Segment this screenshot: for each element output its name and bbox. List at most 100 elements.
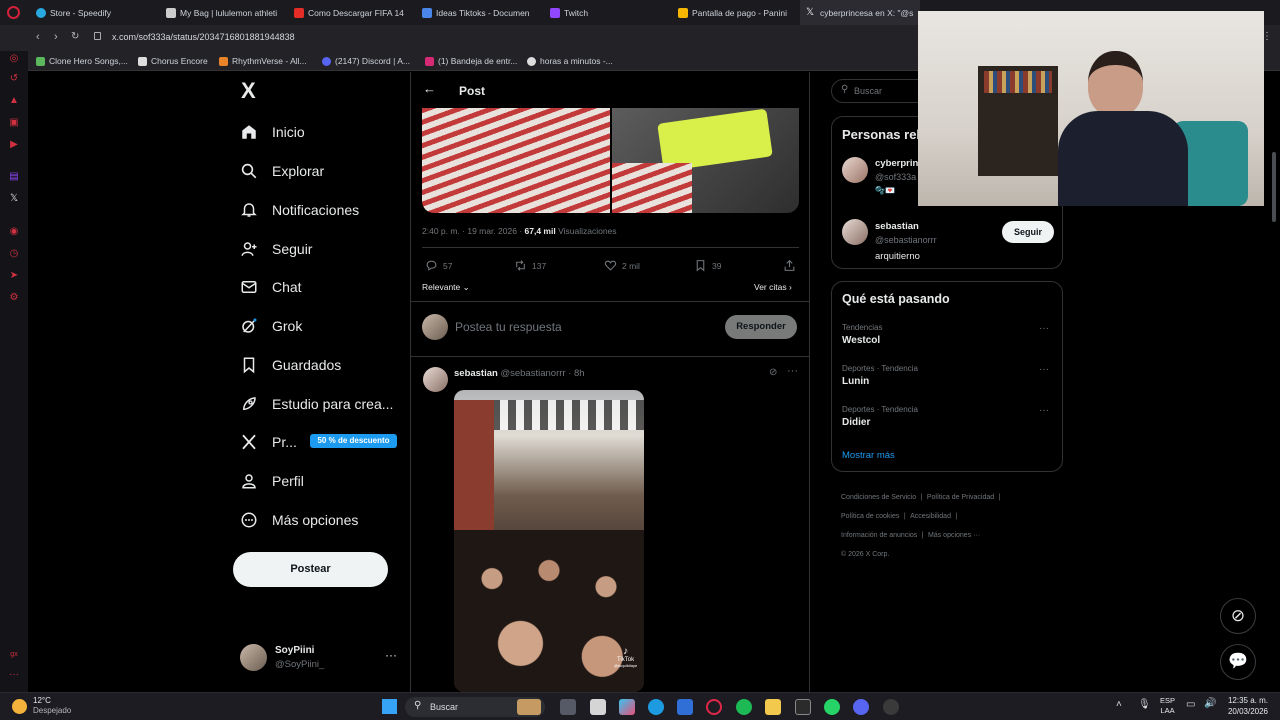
avatar[interactable] — [423, 367, 448, 392]
share-stat[interactable] — [783, 259, 796, 272]
reply-video[interactable]: ♪ TikTok @toquibilaye — [454, 390, 644, 692]
reply-button[interactable]: Responder — [725, 315, 797, 339]
url-field[interactable]: x.com/sof333a/status/2034716801881944838 — [112, 32, 295, 42]
bookmark-stat[interactable]: 39 — [694, 259, 721, 272]
follow-button[interactable]: Seguir — [1002, 221, 1054, 243]
nav-grok[interactable]: Grok — [240, 311, 302, 341]
start-icon[interactable] — [382, 699, 397, 714]
youtube-side-icon[interactable]: ▶ — [8, 139, 20, 151]
footer-link[interactable]: Política de Privacidad — [927, 494, 994, 501]
search-input[interactable]: Buscar — [854, 86, 882, 96]
nav-profile[interactable]: Perfil — [240, 466, 304, 496]
chat-icon[interactable]: ▣ — [8, 117, 20, 129]
shopping-icon[interactable]: ▲ — [8, 95, 20, 107]
nav-creator-studio[interactable]: Estudio para crea... — [240, 389, 393, 419]
weather-icon[interactable] — [12, 699, 27, 714]
discord-icon[interactable] — [853, 699, 869, 715]
widgets-icon[interactable] — [590, 699, 606, 715]
sort-dropdown[interactable]: Relevante ⌄ — [422, 282, 470, 293]
back-icon[interactable]: ‹ — [36, 31, 40, 43]
player-icon[interactable]: ◉ — [8, 226, 20, 238]
post-button[interactable]: Postear — [233, 552, 388, 587]
file-explorer-icon[interactable] — [765, 699, 781, 715]
scrollbar-thumb[interactable] — [1272, 152, 1276, 222]
footer-link[interactable]: Información de anuncios — [841, 532, 917, 539]
spotify-icon[interactable] — [736, 699, 752, 715]
send-icon[interactable]: ➤ — [8, 270, 20, 282]
more-dots-icon[interactable]: ··· — [1039, 323, 1049, 334]
obs-icon[interactable] — [883, 699, 899, 715]
nav-explore[interactable]: Explorar — [240, 156, 324, 186]
task-view-icon[interactable] — [560, 699, 576, 715]
premium-discount-badge[interactable]: 50 % de descuento — [310, 434, 397, 448]
footer-link[interactable]: Política de cookies — [841, 513, 899, 520]
more-dots-icon[interactable]: ··· — [1039, 405, 1049, 416]
nav-bookmarks[interactable]: Guardados — [240, 350, 341, 380]
gx-icon[interactable]: gx — [8, 649, 20, 661]
tab-speedify[interactable]: Store - Speedify — [30, 0, 160, 25]
volume-icon[interactable]: 🔊 — [1204, 698, 1216, 709]
footer-link[interactable]: Condiciones de Servicio — [841, 494, 916, 501]
settings-icon[interactable]: ⚙ — [8, 292, 20, 304]
nav-premium[interactable]: Pr... — [240, 427, 297, 457]
tab-lululemon[interactable]: My Bag | lululemon athleti — [160, 0, 285, 25]
nav-follow[interactable]: Seguir — [240, 234, 312, 264]
page-scrollbar[interactable] — [1271, 72, 1277, 692]
chevron-up-icon[interactable]: ˄ — [1116, 699, 1122, 710]
language-indicator[interactable]: ESP LAA — [1160, 696, 1175, 716]
bookmark-item[interactable]: horas a minutos -... — [527, 51, 613, 71]
trend-item[interactable]: Deportes · Tendencia Lunin ··· — [842, 364, 1054, 398]
reply-stat[interactable]: 57 — [425, 259, 452, 272]
tab-youtube[interactable]: Como Descargar FIFA 14 — [288, 0, 413, 25]
reply-input[interactable]: Postea tu respuesta — [455, 320, 562, 334]
forward-icon[interactable]: › — [54, 31, 58, 43]
bookmark-item[interactable]: RhythmVerse - All... — [219, 51, 307, 71]
search-box[interactable]: ⚲ Buscar — [831, 79, 931, 103]
whatsapp-icon[interactable] — [824, 699, 840, 715]
post-image-right[interactable] — [612, 108, 799, 213]
nav-chat[interactable]: Chat — [240, 272, 302, 302]
tab-panini[interactable]: Pantalla de pago - Panini — [672, 0, 797, 25]
grok-analyze-icon[interactable]: ⊘ — [769, 367, 777, 378]
post-media[interactable] — [422, 108, 799, 213]
nav-notifications[interactable]: Notificaciones — [240, 195, 359, 225]
bookmark-item[interactable]: (2147) Discord | A... — [322, 51, 410, 71]
back-arrow-icon[interactable]: ← — [423, 81, 436, 96]
nav-home[interactable]: Inicio — [240, 117, 305, 147]
x-side-icon[interactable]: 𝕏 — [8, 193, 20, 205]
footer-link[interactable]: Más opciones ··· — [928, 532, 980, 539]
avatar[interactable] — [842, 157, 868, 183]
avatar[interactable] — [842, 219, 868, 245]
trend-item[interactable]: Tendencias Westcol ··· — [842, 323, 1054, 357]
microphone-icon[interactable]: 🎙 — [1138, 699, 1151, 710]
more-dots-icon[interactable]: ··· — [385, 648, 397, 662]
footer-link[interactable]: Accesibilidad — [910, 513, 951, 520]
copilot-icon[interactable] — [619, 699, 635, 715]
opera-gx-icon[interactable] — [706, 699, 722, 715]
nav-more-options[interactable]: Más opciones — [240, 505, 358, 535]
clock-icon[interactable]: ◷ — [8, 248, 20, 260]
tab-twitch[interactable]: Twitch — [544, 0, 669, 25]
epic-games-icon[interactable] — [795, 699, 811, 715]
person-row[interactable]: sebastian @sebastianorrr arquitierno Seg… — [832, 213, 1062, 267]
opera-logo-icon[interactable] — [7, 6, 20, 19]
post-image-left[interactable] — [422, 108, 610, 213]
trend-item[interactable]: Deportes · Tendencia Didier ··· — [842, 405, 1054, 439]
store-icon[interactable] — [677, 699, 693, 715]
tab-docs[interactable]: Ideas Tiktoks - Documen — [416, 0, 541, 25]
more-dots-icon[interactable]: ··· — [1039, 364, 1049, 375]
tab-x-active[interactable]: 𝕏cyberprincesa en X: "@s — [800, 0, 920, 25]
clock[interactable]: 12:35 a. m. 20/03/2026 — [1226, 695, 1268, 717]
show-more-link[interactable]: Mostrar más — [842, 450, 895, 461]
view-quotes-link[interactable]: Ver citas › — [754, 282, 792, 292]
history-icon[interactable]: ↺ — [8, 73, 20, 85]
edge-icon[interactable] — [648, 699, 664, 715]
bookmark-item[interactable]: (1) Bandeja de entr... — [425, 51, 517, 71]
messenger-icon[interactable]: ◎ — [8, 53, 20, 65]
twitch-side-icon[interactable]: ▤ — [8, 171, 20, 183]
bookmark-item[interactable]: Clone Hero Songs,... — [36, 51, 128, 71]
author-name[interactable]: sebastian — [454, 368, 498, 379]
more-icon[interactable]: ··· — [8, 669, 20, 681]
taskbar-search[interactable]: ⚲ Buscar — [405, 697, 545, 717]
x-logo[interactable]: X — [241, 80, 256, 102]
